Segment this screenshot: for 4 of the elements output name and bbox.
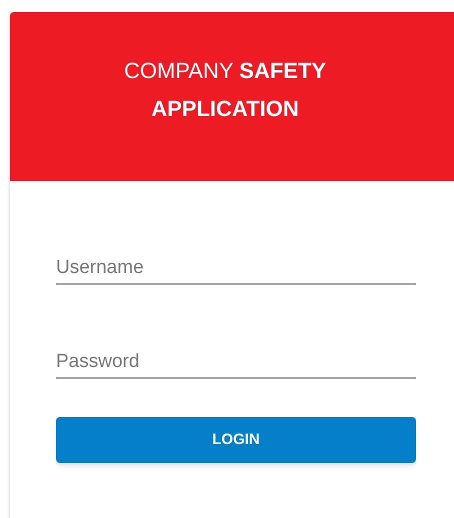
username-field[interactable]: Username	[56, 253, 416, 285]
password-field[interactable]: Password	[56, 347, 416, 379]
app-title: COMPANY SAFETY APPLICATION	[122, 56, 328, 122]
login-button[interactable]: LOGIN	[56, 417, 416, 463]
